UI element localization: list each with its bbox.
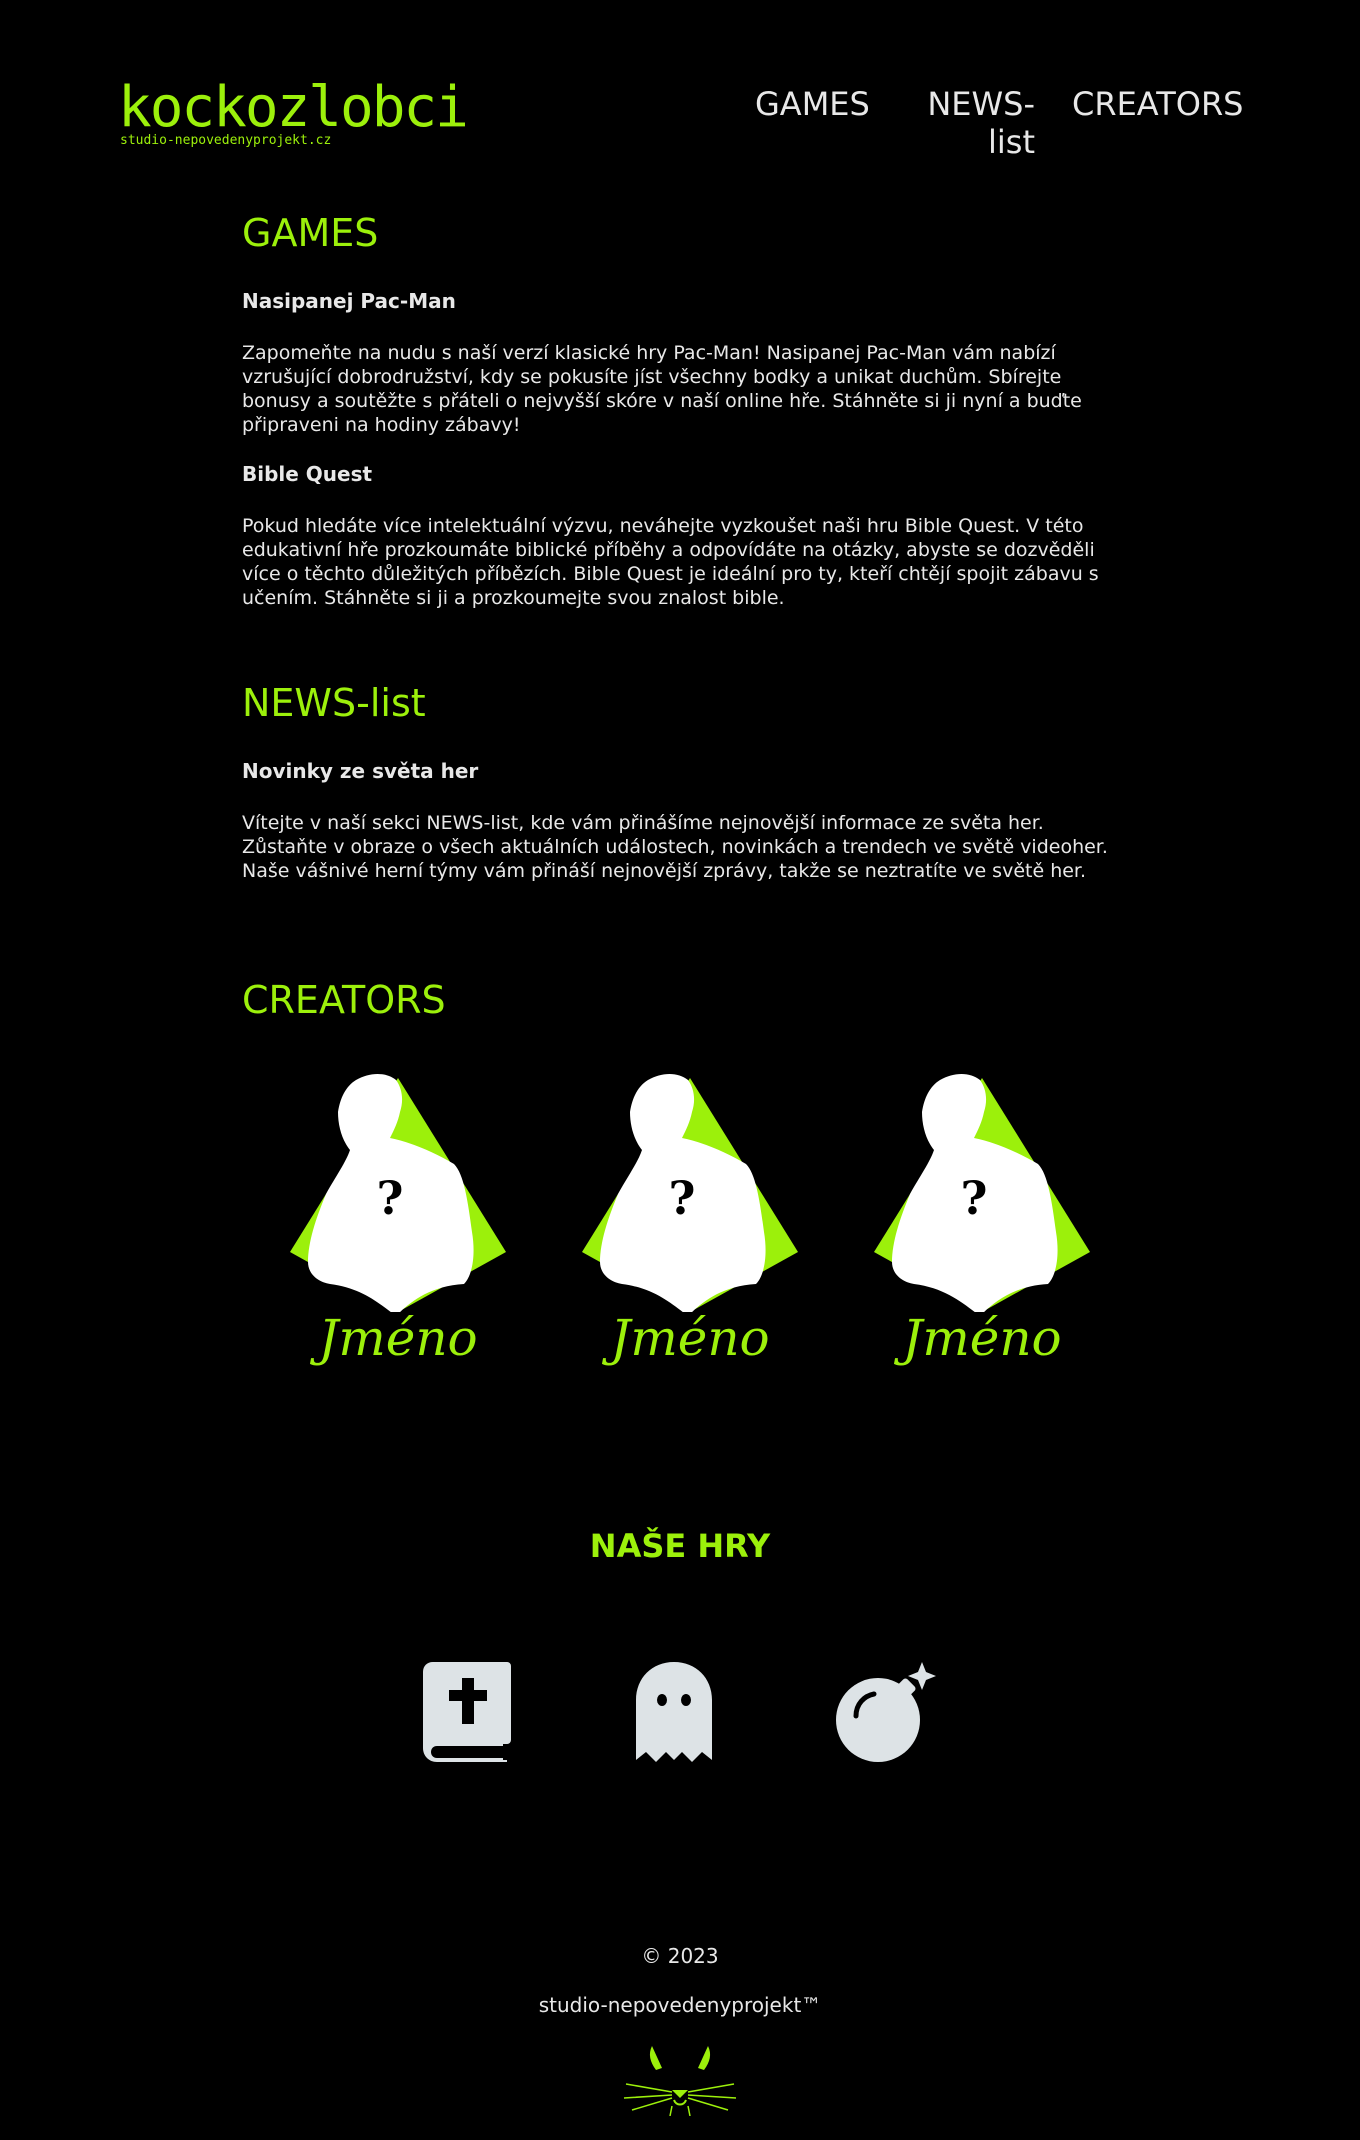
footer-studio-name: studio-nepovedenyprojekt™	[538, 1993, 822, 2017]
news-item-title: Novinky ze světa her	[242, 759, 479, 783]
nav-link-games[interactable]: GAMES	[755, 85, 870, 123]
game-title-pacman: Nasipanej Pac-Man	[242, 289, 456, 313]
news-item-text: Vítejte v naší sekci NEWS-list, kde vám …	[242, 812, 1108, 882]
creator-name: Jméno	[610, 1309, 770, 1367]
bomb-icon[interactable]	[834, 1660, 938, 1764]
creator-card: ? Jméno	[570, 1072, 810, 1372]
creator-silhouette-icon: ?	[290, 1074, 506, 1312]
nav-link-news[interactable]: NEWS-list	[910, 85, 1035, 161]
creator-mark: ?	[377, 1171, 404, 1225]
creator-mark: ?	[669, 1171, 696, 1225]
creator-silhouette-icon: ?	[874, 1074, 1090, 1312]
creators-section-title: CREATORS	[242, 978, 446, 1022]
our-games-title: NAŠE HRY	[589, 1527, 771, 1565]
ghost-icon[interactable]	[634, 1660, 714, 1764]
games-section-title: GAMES	[242, 211, 379, 255]
creator-name: Jméno	[318, 1309, 478, 1367]
creator-card: ? Jméno	[278, 1072, 518, 1372]
bible-icon[interactable]	[421, 1660, 513, 1764]
nav-link-creators[interactable]: CREATORS	[1072, 85, 1243, 123]
creator-card: ? Jméno	[862, 1072, 1102, 1372]
site-logo[interactable]: kockozlobci studio-nepovedenyprojekt.cz	[118, 75, 469, 148]
news-section-title: NEWS-list	[242, 681, 426, 725]
cat-logo-icon[interactable]	[622, 2040, 738, 2116]
game-description-pacman: Zapomeňte na nudu s naší verzí klasické …	[242, 342, 1082, 436]
game-title-bible-quest: Bible Quest	[242, 462, 373, 486]
creator-silhouette-icon: ?	[582, 1074, 798, 1312]
logo-text: kockozlobci	[118, 75, 469, 140]
footer-copyright: © 2023	[641, 1944, 719, 1968]
creator-mark: ?	[961, 1171, 988, 1225]
creator-name: Jméno	[902, 1309, 1062, 1367]
game-description-bible-quest: Pokud hledáte více intelektuální výzvu, …	[242, 515, 1099, 609]
page: kockozlobci studio-nepovedenyprojekt.cz …	[0, 0, 1360, 2140]
